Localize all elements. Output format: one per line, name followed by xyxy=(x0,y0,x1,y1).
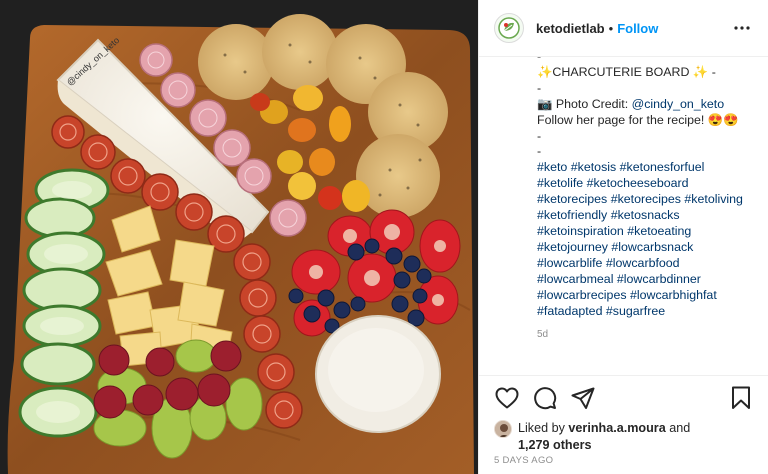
post-actions-section: Liked by verinha.a.moura and 1,279 others… xyxy=(479,375,768,466)
caption-time-ago: 5d xyxy=(537,329,549,341)
leaf-logo-icon xyxy=(498,17,520,39)
caption-dash: - xyxy=(537,144,542,159)
separator-dot: • xyxy=(608,20,614,36)
liker-avatar[interactable] xyxy=(494,420,512,438)
caption-follow-text: Follow her page for the recipe! 😍😍 xyxy=(537,112,739,127)
heart-icon[interactable] xyxy=(491,382,523,414)
username-link[interactable]: ketodietlab xyxy=(536,21,605,36)
caption-dash: - xyxy=(537,80,542,95)
hashtag-line[interactable]: #ketoinspiration #ketoeating xyxy=(537,224,756,240)
more-options-icon[interactable] xyxy=(730,16,754,40)
hashtag-line[interactable]: #lowcarbmeal #lowcarbdinner xyxy=(537,272,756,288)
charcuterie-board-image: @cindy_on_keto xyxy=(0,0,478,474)
hashtag-line[interactable]: #lowcarbrecipes #lowcarbhighfat xyxy=(537,288,756,304)
liker-username-link[interactable]: verinha.a.moura xyxy=(568,421,665,435)
likes-middle: and xyxy=(665,421,691,435)
hashtag-line[interactable]: #lowcarblife #lowcarbfood xyxy=(537,256,756,272)
post-header: ketodietlab • Follow xyxy=(479,0,768,57)
post-side-panel: ketodietlab • Follow - ✨CHARCUTERIE BOAR… xyxy=(478,0,768,474)
likes-summary: Liked by verinha.a.moura and 1,279 others xyxy=(479,420,768,454)
likes-prefix: Liked by xyxy=(518,421,569,435)
bookmark-icon[interactable] xyxy=(725,382,757,414)
action-bar xyxy=(479,376,768,420)
caption-dash: - xyxy=(537,128,542,143)
caption-dash: - xyxy=(537,57,756,65)
share-icon[interactable] xyxy=(567,382,599,414)
caption-photo-credit: 📷 Photo Credit: @cindy_on_keto xyxy=(537,97,756,113)
caption-title: ✨CHARCUTERIE BOARD ✨ - xyxy=(537,64,716,79)
post-photo[interactable]: @cindy_on_keto xyxy=(0,0,478,474)
post-caption: - ✨CHARCUTERIE BOARD ✨ - - 📷 Photo Credi… xyxy=(479,57,768,375)
hashtag-line[interactable]: #ketofriendly #ketosnacks xyxy=(537,208,756,224)
follow-button[interactable]: Follow xyxy=(617,21,658,36)
hashtag-line[interactable]: #keto #ketosis #ketonesforfuel xyxy=(537,160,756,176)
hashtag-line[interactable]: #ketojourney #lowcarbsnack xyxy=(537,240,756,256)
likes-text: Liked by verinha.a.moura and 1,279 others xyxy=(518,420,690,454)
post-date[interactable]: 5 DAYS AGO xyxy=(494,455,553,466)
credit-prefix: 📷 Photo Credit: xyxy=(537,96,632,111)
credit-handle-link[interactable]: @cindy_on_keto xyxy=(632,97,725,111)
hashtag-line[interactable]: #ketolife #ketocheeseboard xyxy=(537,176,756,192)
hashtag-line[interactable]: #fatadapted #sugarfree xyxy=(537,304,756,320)
likes-count-link[interactable]: 1,279 others xyxy=(518,438,592,452)
comment-icon[interactable] xyxy=(529,382,561,414)
profile-avatar[interactable] xyxy=(494,13,524,43)
hashtag-line[interactable]: #ketorecipes #ketorecipes #ketoliving xyxy=(537,192,756,208)
